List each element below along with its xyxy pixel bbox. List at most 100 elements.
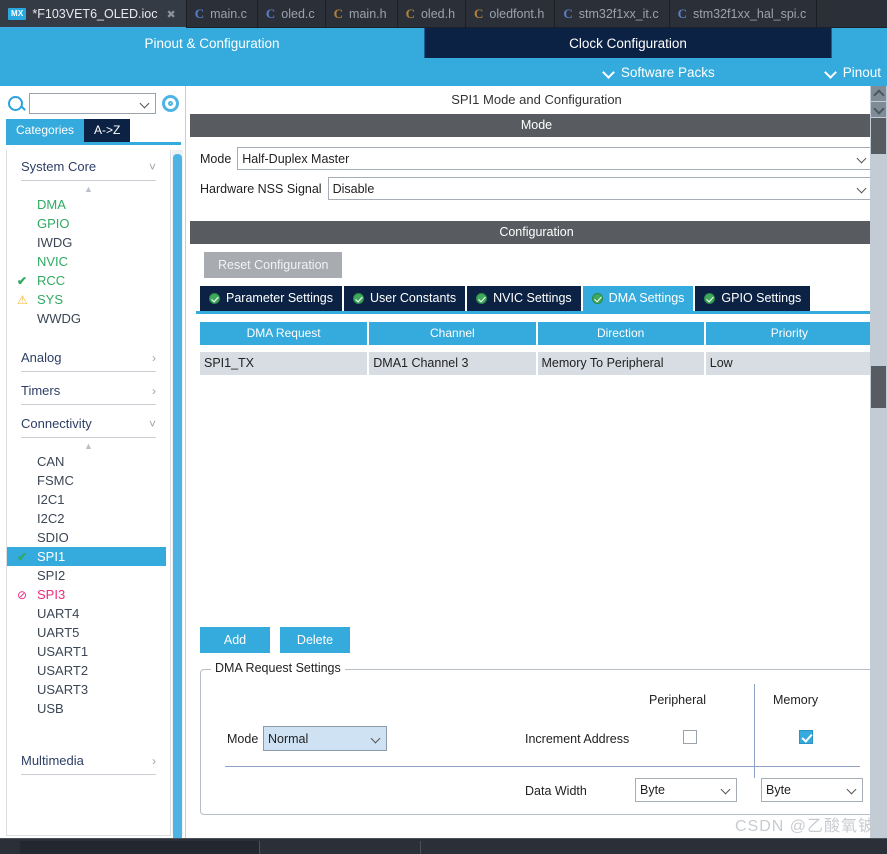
ide-tab-oledfonth[interactable]: C oledfont.h — [466, 0, 556, 28]
sidebar-item-sys[interactable]: ⚠ SYS — [7, 290, 170, 309]
main-scrollbar-thumb[interactable] — [871, 118, 886, 154]
ide-tab-halspic[interactable]: C stm32f1xx_hal_spi.c — [670, 0, 818, 28]
data-width-memory-select[interactable]: Byte — [761, 778, 863, 802]
peripheral-sidebar: Categories A->Z System Core ˅ ▲ DMA GPIO… — [0, 86, 186, 846]
scroll-spinner-icon[interactable]: ▲ — [7, 440, 170, 452]
settings-grid: Peripheral Memory Mode Normal Increment … — [201, 684, 872, 808]
sidebar-item-gpio[interactable]: GPIO — [7, 214, 170, 233]
close-icon[interactable]: ✖ — [166, 8, 175, 21]
c-file-icon: C — [677, 6, 688, 21]
sidebar-item-wwdg[interactable]: WWDG — [7, 309, 170, 328]
ide-tab-oledh[interactable]: C oled.h — [398, 0, 467, 28]
sidebar-item-usb[interactable]: USB — [7, 699, 170, 718]
item-label: I2C1 — [37, 492, 65, 507]
scroll-down-arrow-icon[interactable] — [871, 102, 886, 117]
sidebar-scrollbar-thumb[interactable] — [173, 154, 182, 846]
menu-pinout[interactable]: Pinout — [825, 65, 881, 80]
hardware-nss-select[interactable]: Disable — [327, 177, 873, 200]
data-width-memory-value: Byte — [766, 783, 792, 797]
tab-overflow[interactable] — [832, 28, 887, 58]
check-circle-icon — [209, 292, 220, 304]
scroll-up-arrow-icon[interactable] — [871, 86, 886, 101]
cell-direction[interactable]: Memory To Peripheral — [536, 352, 706, 375]
sidebar-item-iwdg[interactable]: IWDG — [7, 233, 170, 252]
ide-tab-mainc[interactable]: C main.c — [187, 0, 258, 28]
scroll-spinner-icon[interactable]: ▲ — [7, 183, 170, 195]
group-system-core[interactable]: System Core ˅ — [7, 150, 170, 180]
ide-tab-label: oled.h — [420, 7, 456, 21]
add-button[interactable]: Add — [200, 627, 270, 653]
sidebar-item-i2c1[interactable]: I2C1 — [7, 490, 170, 509]
sidebar-scrollbar[interactable] — [172, 150, 183, 846]
sidebar-item-can[interactable]: CAN — [7, 452, 170, 471]
tab-categories[interactable]: Categories — [6, 119, 85, 142]
tab-a-to-z[interactable]: A->Z — [84, 119, 131, 142]
cell-priority[interactable]: Low — [704, 352, 873, 375]
sidebar-item-uart4[interactable]: UART4 — [7, 604, 170, 623]
tab-pinout-configuration[interactable]: Pinout & Configuration — [0, 28, 424, 58]
tab-label: A->Z — [94, 123, 121, 137]
sidebar-item-nvic[interactable]: NVIC — [7, 252, 170, 271]
tab-clock-configuration[interactable]: Clock Configuration — [424, 28, 832, 58]
tab-nvic-settings[interactable]: NVIC Settings — [467, 286, 581, 311]
ide-tab-label: main.h — [349, 7, 387, 21]
tab-gpio-settings[interactable]: GPIO Settings — [695, 286, 811, 311]
item-label: SPI1 — [37, 549, 66, 564]
sidebar-item-uart5[interactable]: UART5 — [7, 623, 170, 642]
sidebar-item-spi3[interactable]: ⊘ SPI3 — [7, 585, 170, 604]
h-file-icon: C — [333, 6, 344, 21]
sidebar-item-rcc[interactable]: ✔ RCC — [7, 271, 170, 290]
increment-address-memory-checkbox[interactable] — [799, 730, 813, 744]
sidebar-item-spi2[interactable]: SPI2 — [7, 566, 170, 585]
dma-mode-select[interactable]: Normal — [263, 726, 387, 751]
ide-tab-itc[interactable]: C stm32f1xx_it.c — [555, 0, 670, 28]
delete-button[interactable]: Delete — [280, 627, 350, 653]
main-scrollbar[interactable] — [870, 86, 887, 838]
sidebar-tabs-underline — [6, 142, 181, 145]
column-header-channel[interactable]: Channel — [368, 322, 538, 345]
ide-tab-strip: MX *F103VET6_OLED.ioc ✖ C main.c C oled.… — [0, 0, 887, 29]
table-row[interactable]: SPI1_TX DMA1 Channel 3 Memory To Periphe… — [200, 352, 873, 375]
ide-tab-ioc[interactable]: MX *F103VET6_OLED.ioc ✖ — [0, 0, 187, 29]
page-title: SPI1 Mode and Configuration — [186, 86, 887, 114]
group-timers[interactable]: Timers › — [7, 374, 170, 404]
status-bar — [0, 838, 887, 854]
column-header-dma-request[interactable]: DMA Request — [200, 322, 370, 345]
chevron-down-icon — [720, 786, 732, 794]
sidebar-item-usart2[interactable]: USART2 — [7, 661, 170, 680]
sidebar-item-spi1[interactable]: ✔ SPI1 — [7, 547, 166, 566]
tab-dma-settings[interactable]: DMA Settings — [582, 286, 694, 311]
cubemx-sub-toolbar: Software Packs Pinout — [0, 58, 887, 86]
sidebar-item-usart1[interactable]: USART1 — [7, 642, 170, 661]
sidebar-item-i2c2[interactable]: I2C2 — [7, 509, 170, 528]
menu-software-packs[interactable]: Software Packs — [603, 65, 715, 80]
search-icon — [8, 96, 23, 111]
column-header-priority[interactable]: Priority — [704, 322, 873, 345]
gear-icon[interactable] — [162, 95, 179, 112]
search-input[interactable] — [29, 93, 156, 114]
tab-user-constants[interactable]: User Constants — [344, 286, 466, 311]
cell-dma-request[interactable]: SPI1_TX — [200, 352, 370, 375]
peripheral-tree: System Core ˅ ▲ DMA GPIO IWDG NVIC ✔ RCC… — [6, 150, 171, 836]
increment-address-peripheral-checkbox[interactable] — [683, 730, 697, 744]
cell-channel[interactable]: DMA1 Channel 3 — [368, 352, 538, 375]
mode-select[interactable]: Half-Duplex Master — [237, 147, 873, 170]
group-connectivity[interactable]: Connectivity ˅ — [7, 407, 170, 437]
divider — [21, 371, 156, 372]
mode-value: Half-Duplex Master — [242, 151, 350, 166]
sidebar-item-dma[interactable]: DMA — [7, 195, 170, 214]
group-analog[interactable]: Analog › — [7, 341, 170, 371]
sidebar-item-usart3[interactable]: USART3 — [7, 680, 170, 699]
sidebar-item-sdio[interactable]: SDIO — [7, 528, 170, 547]
column-header-direction[interactable]: Direction — [536, 322, 706, 345]
main-scrollbar-thumb-secondary[interactable] — [871, 366, 886, 408]
reset-configuration-button[interactable]: Reset Configuration — [204, 252, 343, 278]
data-width-peripheral-select[interactable]: Byte — [635, 778, 737, 802]
tab-label: Parameter Settings — [226, 291, 333, 305]
ide-tab-oledc[interactable]: C oled.c — [258, 0, 326, 28]
group-multimedia[interactable]: Multimedia › — [7, 744, 170, 774]
tab-parameter-settings[interactable]: Parameter Settings — [200, 286, 342, 311]
ide-tab-mainh[interactable]: C main.h — [326, 0, 398, 28]
sidebar-item-fsmc[interactable]: FSMC — [7, 471, 170, 490]
